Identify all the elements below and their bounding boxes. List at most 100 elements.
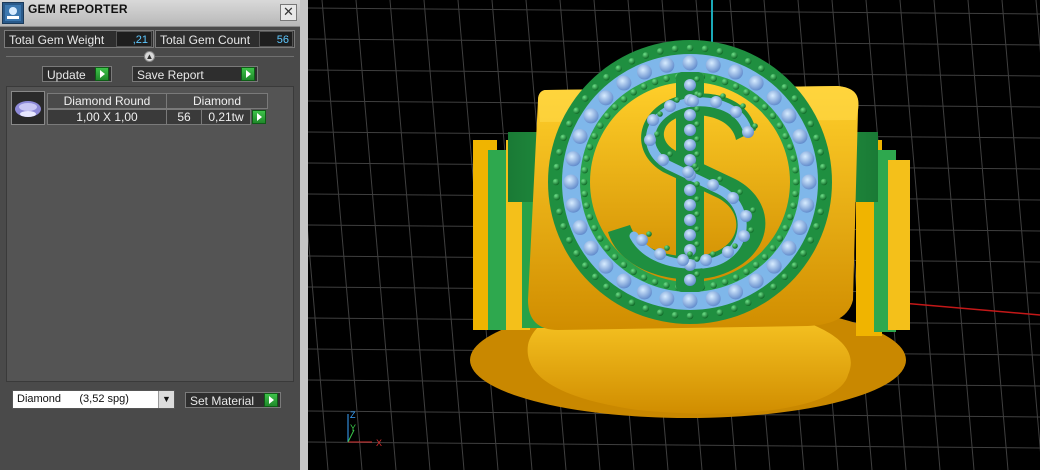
gem-stone <box>705 57 721 73</box>
prong-bead <box>591 132 598 140</box>
gem-weight-cell: 0,21tw <box>201 109 251 125</box>
prong-bead <box>819 163 827 171</box>
prong-bead <box>721 78 729 86</box>
gem-stone <box>598 258 614 274</box>
ring-model[interactable] <box>470 40 910 418</box>
prong-bead <box>671 45 679 53</box>
prong-bead <box>583 202 590 209</box>
gem-row-go-icon[interactable] <box>252 110 266 124</box>
prong-bead <box>732 83 740 90</box>
prong-bead <box>591 224 598 232</box>
gem-stone <box>563 174 579 190</box>
axis-y-label: Y <box>350 423 356 433</box>
panel-divider[interactable] <box>300 0 308 470</box>
prong-bead <box>694 196 700 202</box>
axis-x-label: X <box>376 438 382 448</box>
gem-stone <box>684 199 696 211</box>
axis-triad: Z Y X <box>347 410 382 448</box>
prong-bead <box>553 163 561 171</box>
set-material-go-icon[interactable] <box>264 393 278 407</box>
gem-stone <box>707 179 719 191</box>
prong-bead <box>710 75 717 82</box>
prong-bead <box>642 52 650 59</box>
update-go-icon[interactable] <box>95 67 109 81</box>
prong-bead <box>603 73 610 81</box>
gem-stone <box>644 134 656 146</box>
gem-stone <box>781 240 797 256</box>
prong-bead <box>782 224 789 232</box>
grid-line <box>308 7 1040 15</box>
grid-line <box>933 0 975 470</box>
prong-bead <box>791 262 799 269</box>
gem-stone <box>657 154 669 166</box>
gem-stone <box>766 90 782 106</box>
prong-bead <box>694 106 700 112</box>
prong-bead <box>694 121 700 127</box>
save-report-button-label: Save Report <box>137 68 204 82</box>
grid-line <box>308 441 1040 449</box>
set-material-button[interactable]: Set Material <box>185 392 281 408</box>
prong-bead <box>581 166 588 174</box>
gem-count-cell: 56 <box>166 109 202 125</box>
prong-bead <box>663 282 670 289</box>
prong-bead <box>701 45 709 53</box>
gem-stone <box>766 258 782 274</box>
prong-bead <box>792 166 799 174</box>
collapse-toggle-icon[interactable]: ▲ <box>144 51 155 62</box>
prong-bead <box>786 213 794 221</box>
gem-stone <box>572 220 588 236</box>
gem-stone <box>710 96 722 108</box>
prong-bead <box>642 305 650 312</box>
prong-bead <box>553 193 561 201</box>
prong-bead <box>565 120 573 128</box>
prong-bead <box>813 222 820 230</box>
header-gem-name: Diamond Round <box>47 93 167 109</box>
prong-bead <box>769 244 777 252</box>
gem-stone <box>616 273 632 289</box>
gem-stone <box>682 166 694 178</box>
prong-bead <box>671 311 679 319</box>
prong-bead <box>667 151 673 157</box>
gem-stone <box>565 151 581 167</box>
save-report-go-icon[interactable] <box>241 67 255 81</box>
prong-bead <box>820 178 828 186</box>
prong-bead <box>583 155 590 162</box>
prong-bead <box>817 148 824 156</box>
gem-stone <box>636 284 652 300</box>
prong-bead <box>800 249 807 257</box>
prong-bead <box>640 274 648 281</box>
viewport-canvas[interactable]: Z Y X <box>308 0 1040 470</box>
update-button[interactable]: Update <box>42 66 112 82</box>
gem-stone <box>728 284 744 300</box>
prong-bead <box>776 235 784 242</box>
save-report-button[interactable]: Save Report <box>132 66 258 82</box>
prong-bead <box>657 111 663 117</box>
gem-stone <box>687 95 699 107</box>
prong-bead <box>694 256 700 262</box>
gem-stone <box>684 79 696 91</box>
gem-stone <box>748 273 764 289</box>
prong-bead <box>732 274 740 281</box>
prong-bead <box>744 299 752 307</box>
prong-bead <box>807 120 815 128</box>
prong-bead <box>740 103 746 109</box>
prong-bead <box>792 178 800 186</box>
prong-bead <box>790 202 797 209</box>
chevron-down-icon[interactable]: ▼ <box>158 391 174 408</box>
prong-bead <box>573 249 580 257</box>
prong-bead <box>692 163 698 169</box>
prong-bead <box>757 65 765 72</box>
3d-viewport[interactable]: Z Y X <box>308 0 1040 470</box>
prong-bead <box>710 251 716 257</box>
prong-bead <box>730 305 738 312</box>
panel-title: GEM REPORTER <box>28 2 128 16</box>
gem-stone <box>616 75 632 91</box>
gem-stone <box>684 109 696 121</box>
close-button[interactable]: ✕ <box>280 4 297 21</box>
prong-bead <box>603 112 611 120</box>
prong-bead <box>628 57 636 65</box>
grid-line <box>967 0 1009 470</box>
prong-bead <box>782 132 789 140</box>
total-gem-weight-value: ,21 <box>116 31 152 47</box>
material-select[interactable]: Diamond (3,52 spg) ▼ <box>12 390 175 409</box>
